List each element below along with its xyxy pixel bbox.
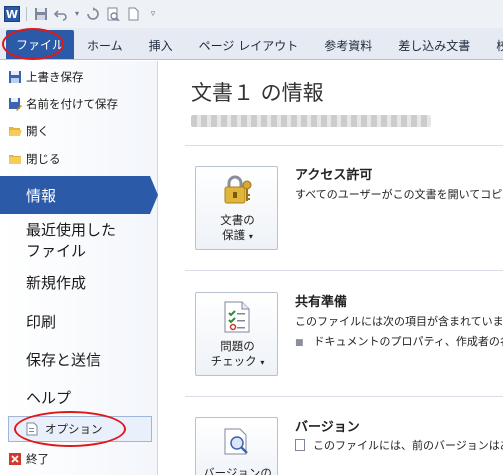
- nav-save-send[interactable]: 保存と送信: [0, 346, 158, 372]
- options-icon: [26, 422, 38, 436]
- section-divider: [185, 145, 503, 146]
- check-button-label-line2: チェック ▾: [196, 354, 279, 370]
- prepare-sharing-bullet-text: ドキュメントのプロパティ、作成者の名: [313, 335, 503, 348]
- save-icon: [9, 71, 21, 83]
- protect-document-button[interactable]: 文書の 保護 ▾: [195, 166, 278, 250]
- bullet-square-icon: ■: [295, 338, 304, 348]
- save-as-icon: [9, 98, 22, 111]
- nav-recent-label-line2: ファイル: [26, 242, 87, 260]
- nav-recent-label-line1: 最近使用した: [26, 221, 117, 239]
- tab-file[interactable]: ファイル: [6, 30, 75, 59]
- versions-description: このファイルには、前のバージョンはあり: [295, 437, 503, 453]
- nav-save-as-label: 名前を付けて保存: [26, 97, 118, 111]
- page-title: 文書１ の情報: [191, 81, 324, 105]
- info-panel: 文書１ の情報 文書の 保護 ▾ アクセス許可 すべてのユーザーがこの文書を開い…: [159, 61, 503, 475]
- backstage-nav: 上書き保存 名前を付けて保存 開く 閉じる 情報 最近使用した ファイル 新規作…: [0, 61, 158, 475]
- nav-close-label: 閉じる: [26, 152, 61, 166]
- save-icon[interactable]: [33, 6, 49, 22]
- permissions-title: アクセス許可: [295, 168, 373, 183]
- close-folder-icon: [9, 155, 21, 164]
- nav-save-label: 上書き保存: [26, 70, 84, 84]
- nav-recent[interactable]: 最近使用した ファイル: [0, 221, 158, 261]
- nav-help[interactable]: ヘルプ: [0, 384, 158, 410]
- new-doc-icon[interactable]: [125, 6, 141, 22]
- customize-qat-icon[interactable]: ▿: [145, 6, 161, 22]
- tab-home[interactable]: ホーム: [74, 31, 136, 59]
- permissions-description: すべてのユーザーがこの文書を開いてコピ: [295, 188, 503, 201]
- nav-save-as[interactable]: 名前を付けて保存: [0, 92, 158, 116]
- tab-mailings[interactable]: 差し込み文書: [385, 31, 483, 59]
- nav-exit-label: 終了: [26, 452, 49, 466]
- ribbon-tabs: ファイル ホーム 挿入 ページ レイアウト 参考資料 差し込み文書 校閲: [0, 28, 503, 60]
- prepare-sharing-title: 共有準備: [295, 295, 348, 310]
- nav-save[interactable]: 上書き保存: [0, 65, 158, 89]
- nav-info[interactable]: 情報: [0, 176, 150, 214]
- nav-options-label: オプション: [45, 422, 103, 436]
- manage-versions-button[interactable]: バージョンの: [195, 417, 278, 475]
- word-logo-icon[interactable]: W: [4, 6, 20, 22]
- nav-close[interactable]: 閉じる: [0, 147, 158, 171]
- tab-insert[interactable]: 挿入: [136, 31, 186, 59]
- nav-exit[interactable]: 終了: [0, 447, 158, 471]
- tab-review[interactable]: 校閲: [483, 31, 503, 59]
- check-issues-button[interactable]: 問題の チェック ▾: [195, 292, 278, 376]
- nav-print[interactable]: 印刷: [0, 308, 158, 334]
- versions-description-text: このファイルには、前のバージョンはあり: [313, 439, 503, 452]
- protect-button-label-line1: 文書の: [220, 213, 255, 227]
- check-button-label-line1: 問題の: [220, 339, 255, 353]
- open-folder-icon: [9, 127, 22, 136]
- versions-doc-icon: [295, 439, 305, 451]
- quick-access-toolbar: W ▾ ▿: [0, 0, 503, 28]
- lock-key-icon: [224, 175, 252, 204]
- versions-button-label: バージョンの: [203, 466, 272, 475]
- protect-button-label-text: 保護: [222, 228, 246, 242]
- nav-open-label: 開く: [26, 124, 49, 138]
- section-divider: [185, 270, 503, 271]
- section-divider: [185, 396, 503, 397]
- exit-icon: [9, 453, 21, 465]
- tab-page-layout[interactable]: ページ レイアウト: [186, 31, 312, 59]
- qat-separator: [26, 7, 27, 21]
- chevron-down-icon: ▾: [248, 232, 253, 241]
- prepare-sharing-bullet: ■ ドキュメントのプロパティ、作成者の名: [295, 333, 503, 349]
- nav-new[interactable]: 新規作成: [0, 269, 158, 295]
- versions-icon: [224, 428, 248, 455]
- redo-icon[interactable]: [85, 6, 101, 22]
- nav-open[interactable]: 開く: [0, 119, 158, 143]
- print-preview-icon[interactable]: [105, 6, 121, 22]
- nav-options[interactable]: オプション: [8, 416, 152, 442]
- checklist-icon: [224, 301, 250, 333]
- undo-dropdown-icon[interactable]: ▾: [73, 6, 81, 22]
- protect-button-label-line2: 保護 ▾: [196, 228, 279, 244]
- prepare-sharing-description: このファイルには次の項目が含まれていま: [295, 315, 503, 328]
- document-path-blurred: [191, 115, 431, 127]
- chevron-down-icon: ▾: [260, 358, 265, 367]
- versions-title: バージョン: [295, 420, 360, 435]
- undo-icon[interactable]: [53, 6, 69, 22]
- tab-references[interactable]: 参考資料: [311, 31, 385, 59]
- nav-info-arrow: [150, 176, 158, 214]
- check-button-label-text: チェック: [210, 354, 257, 368]
